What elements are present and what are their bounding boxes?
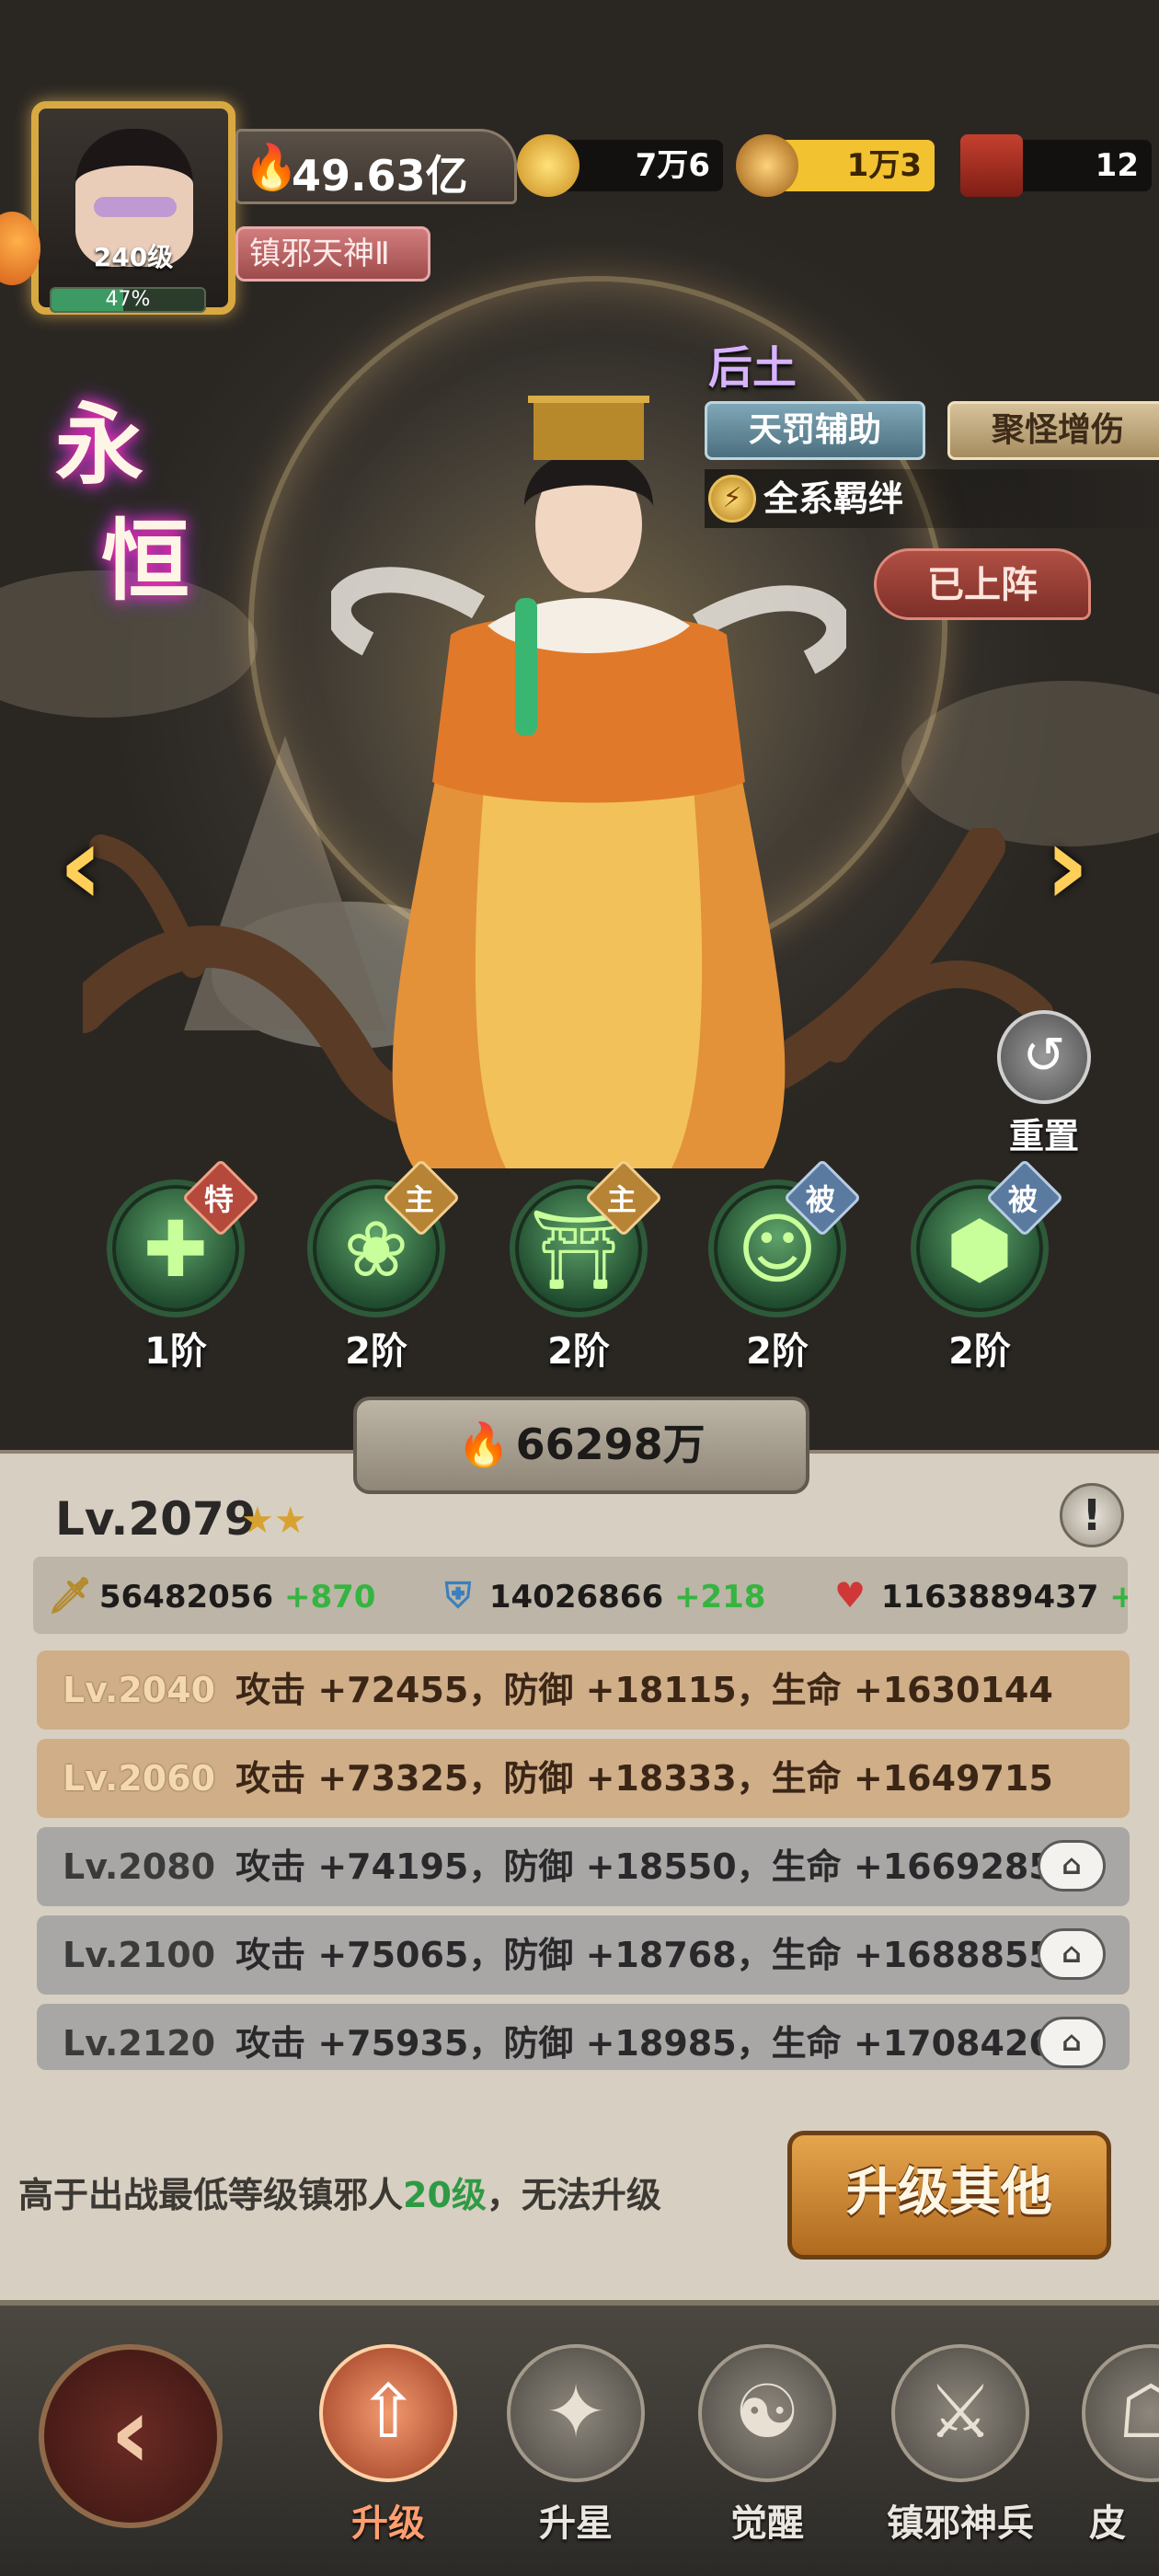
deployed-status-badge: 已上阵 — [874, 548, 1091, 620]
lock-icon: ⌂ — [1038, 1928, 1106, 1980]
resource-value: 7万6 — [635, 147, 710, 184]
stat-value: 56482056 — [98, 1579, 274, 1616]
milestone-level: Lv.2060 — [63, 1758, 216, 1799]
hero-tag-effect[interactable]: 聚怪增伤 — [947, 401, 1159, 460]
reset-label: 重置 — [1008, 1116, 1079, 1156]
stat-delta: +870 — [283, 1579, 376, 1616]
prev-hero-arrow-icon[interactable]: ‹ — [37, 810, 125, 924]
milestone-bonus: 攻击 +75065，防御 +18768，生命 +1688855 — [235, 1935, 1053, 1975]
lightning-icon: ⚡ — [708, 475, 756, 523]
skill-slot-5[interactable]: ⬢ 被 2阶 — [911, 1158, 1064, 1374]
heart-icon: ♥ — [833, 1575, 866, 1616]
resource-value: 12 — [1095, 147, 1139, 184]
skill-slot-4[interactable]: ☺ 被 2阶 — [708, 1158, 862, 1374]
eternal-badge-char: 恒 — [101, 510, 189, 613]
flame-icon: 🔥 — [244, 142, 299, 193]
exp-bar: 47% — [50, 287, 206, 313]
milestone-row: Lv.2100 攻击 +75065，防御 +18768，生命 +1688855 ⌂ — [37, 1915, 1130, 1995]
stat-defense: ⛨ 14026866 +218 — [438, 1557, 766, 1634]
hero-bond[interactable]: ⚡ 全系羁绊 — [705, 469, 1159, 528]
stats-row: 🗡 56482056 +870 ⛨ 14026866 +218 ♥ 116388… — [33, 1557, 1128, 1634]
resource-scroll-ticket[interactable]: 12 — [960, 134, 1152, 197]
upgrade-other-button[interactable]: 升级其他 — [787, 2131, 1111, 2260]
reset-icon: ↺ — [997, 1010, 1091, 1104]
nav-upgrade[interactable]: ⇧ 升级 — [296, 2344, 480, 2565]
hero-level: Lv.2079 — [55, 1492, 257, 1546]
info-button[interactable]: ! — [1060, 1483, 1124, 1547]
skill-slot-2[interactable]: ❀ 主 2阶 — [307, 1158, 461, 1374]
exp-percent: 47% — [105, 288, 151, 311]
next-hero-arrow-icon[interactable]: › — [1023, 810, 1111, 924]
skill-tier: 2阶 — [746, 1330, 809, 1373]
upgrade-arrow-icon: ⇧ — [319, 2344, 457, 2482]
nav-label: 皮 — [1089, 2502, 1126, 2545]
milestone-level: Lv.2120 — [63, 2023, 216, 2064]
resource-coin[interactable]: 1万3 — [736, 134, 935, 197]
gold-ingot-icon — [517, 134, 580, 197]
hero-power-value: 66298万 — [515, 1420, 706, 1469]
hero-bond-label: 全系羁绊 — [763, 478, 904, 519]
nav-awaken[interactable]: ☯ 觉醒 — [675, 2344, 859, 2565]
milestone-bonus: 攻击 +74195，防御 +18550，生命 +1669285 — [235, 1846, 1053, 1887]
star-icon: ✦ — [507, 2344, 645, 2482]
skill-tier: 2阶 — [948, 1330, 1011, 1373]
upgrade-limit-notice: 高于出战最低等级镇邪人20级，无法升级 — [18, 2175, 661, 2215]
nav-weapon[interactable]: ⚔ 镇邪神兵 — [868, 2344, 1052, 2565]
back-button[interactable]: ‹ — [39, 2344, 223, 2528]
resource-value: 1万3 — [846, 147, 922, 184]
flame-icon: 🔥 — [457, 1420, 511, 1469]
skill-slot-1[interactable]: ✚ 特 1阶 — [107, 1158, 260, 1374]
player-power-value: 49.63亿 — [292, 151, 468, 201]
eternal-badge-char: 永 — [55, 394, 143, 497]
player-avatar[interactable]: 240级 — [31, 101, 235, 315]
reset-button[interactable]: ↺ 重置 — [993, 1010, 1095, 1158]
shield-icon: ⛨ — [444, 1575, 472, 1616]
hero-name: 后土 — [708, 342, 798, 394]
stat-attack: 🗡 56482056 +870 — [48, 1557, 375, 1634]
resource-gold-ingot[interactable]: 7万6 — [517, 134, 723, 197]
milestone-level: Lv.2040 — [63, 1670, 216, 1710]
skill-tier: 2阶 — [345, 1330, 407, 1373]
milestone-bonus: 攻击 +73325，防御 +18333，生命 +1649715 — [235, 1758, 1053, 1799]
skill-tier: 2阶 — [547, 1330, 610, 1373]
milestone-level: Lv.2080 — [63, 1846, 216, 1887]
stat-hp: ♥ 1163889437 +19 — [830, 1557, 1128, 1634]
nav-label: 觉醒 — [730, 2502, 804, 2545]
milestone-row: Lv.2060 攻击 +73325，防御 +18333，生命 +1649715 — [37, 1739, 1130, 1818]
nav-label: 升星 — [539, 2502, 613, 2545]
nav-skin[interactable]: ☖ 皮 — [1067, 2344, 1159, 2565]
player-level: 240级 — [93, 242, 174, 272]
milestone-bonus: 攻击 +75935，防御 +18985，生命 +1708426 — [235, 2023, 1053, 2064]
milestone-bonus: 攻击 +72455，防御 +18115，生命 +1630144 — [235, 1670, 1053, 1710]
skin-icon: ☖ — [1082, 2344, 1159, 2482]
stat-value: 14026866 — [488, 1579, 664, 1616]
glasses-decoration — [94, 197, 177, 217]
milestone-row: Lv.2040 攻击 +72455，防御 +18115，生命 +1630144 — [37, 1650, 1130, 1730]
stat-value: 1163889437 — [880, 1579, 1099, 1616]
player-power: 🔥 49.63亿 — [235, 129, 517, 204]
nav-label: 镇邪神兵 — [887, 2502, 1034, 2545]
nav-label: 升级 — [351, 2502, 425, 2545]
coin-icon — [736, 134, 798, 197]
star-rank-icon: ★★ — [241, 1500, 307, 1542]
milestone-row: Lv.2120 攻击 +75935，防御 +18985，生命 +1708426 ⌂ — [37, 2004, 1130, 2070]
hero-tag-role[interactable]: 天罚辅助 — [705, 401, 925, 460]
eternal-badge: 永 恒 — [37, 374, 221, 613]
scroll-ticket-icon — [960, 134, 1023, 197]
milestone-row: Lv.2080 攻击 +74195，防御 +18550，生命 +1669285 ⌂ — [37, 1827, 1130, 1906]
bagua-icon: ☯ — [698, 2344, 836, 2482]
skill-slot-3[interactable]: ⛩ 主 2阶 — [510, 1158, 663, 1374]
title-badge[interactable]: 镇邪天神Ⅱ — [235, 226, 430, 282]
skill-tier: 1阶 — [144, 1330, 207, 1373]
sword-icon: 🗡 — [48, 1575, 93, 1616]
hero-total-power: 🔥 66298万 — [353, 1397, 809, 1494]
milestone-level: Lv.2100 — [63, 1935, 216, 1975]
stat-delta: +19 — [1109, 1579, 1128, 1616]
weapon-icon: ⚔ — [891, 2344, 1029, 2482]
lock-icon: ⌂ — [1038, 1840, 1106, 1892]
lock-icon: ⌂ — [1038, 2017, 1106, 2068]
stat-delta: +218 — [673, 1579, 766, 1616]
nav-star-up[interactable]: ✦ 升星 — [484, 2344, 668, 2565]
